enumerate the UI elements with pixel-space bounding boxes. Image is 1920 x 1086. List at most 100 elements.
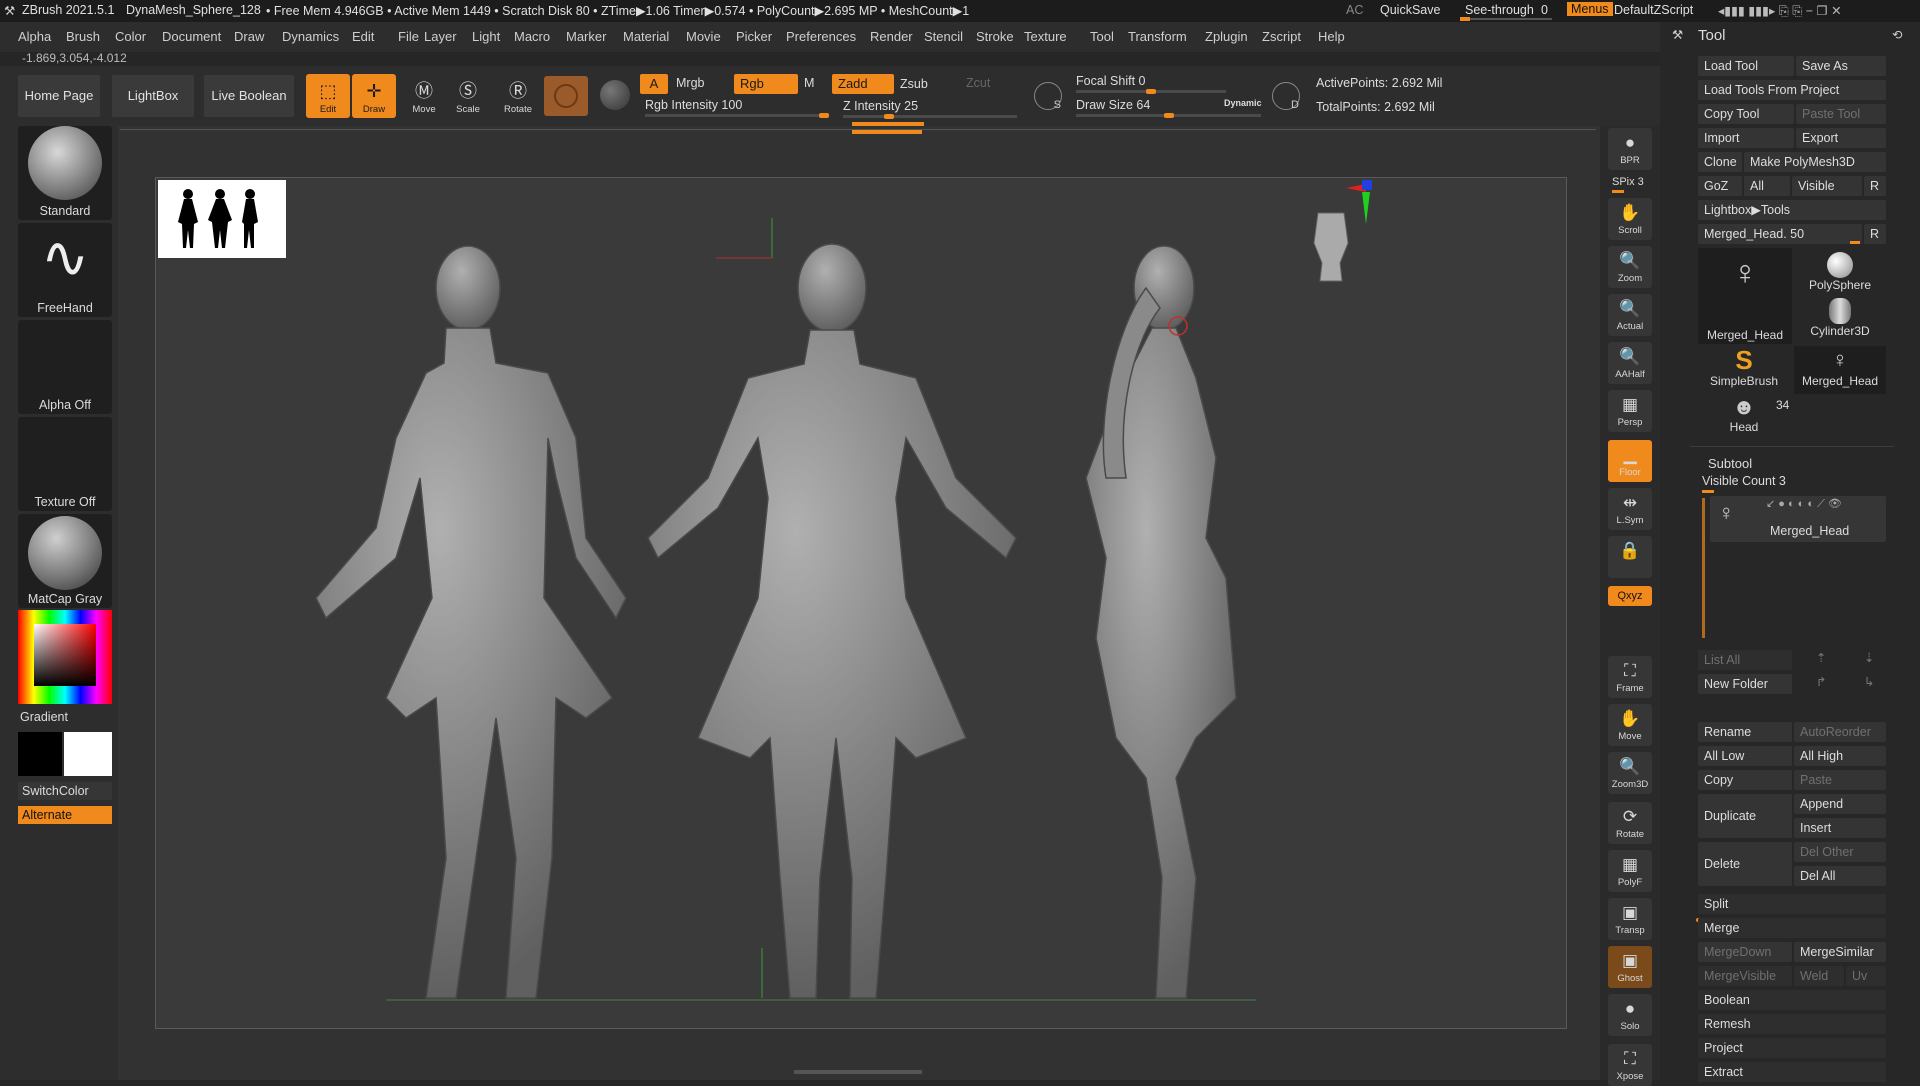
floor-button[interactable]: ▁ Floor: [1608, 440, 1652, 482]
append-button[interactable]: Append: [1794, 794, 1886, 814]
rgb-toggle[interactable]: Rgb: [734, 74, 798, 94]
thumb-polysphere[interactable]: PolySphere: [1794, 248, 1886, 296]
subtool-item[interactable]: ♀ ↙ ● ◐ ◐ ◐ ⟋ 👁 Merged_Head: [1710, 496, 1886, 542]
scroll-button[interactable]: ✋ Scroll: [1608, 198, 1652, 240]
rgb-intensity-knob[interactable]: [819, 113, 829, 118]
mergedown-button[interactable]: MergeDown: [1698, 942, 1792, 962]
mergevisible-button[interactable]: MergeVisible: [1698, 966, 1792, 986]
texture-selector[interactable]: Texture Off: [18, 417, 112, 511]
goz-visible-button[interactable]: Visible: [1792, 176, 1862, 196]
save-as-button[interactable]: Save As: [1796, 56, 1886, 76]
secondary-color-swatch[interactable]: [64, 732, 112, 776]
lock-button[interactable]: 🔒: [1608, 536, 1652, 578]
see-through-slider[interactable]: [1460, 17, 1552, 21]
insert-button[interactable]: Insert: [1794, 818, 1886, 838]
aahalf-button[interactable]: 🔍 AAHalf: [1608, 342, 1652, 384]
lightbox-button[interactable]: LightBox: [112, 75, 194, 117]
polyf-button[interactable]: ▦ PolyF: [1608, 850, 1652, 892]
color-square[interactable]: [34, 624, 96, 686]
menu-zplugin[interactable]: Zplugin: [1205, 29, 1248, 44]
menu-file[interactable]: File: [398, 29, 419, 44]
draw-size-knob[interactable]: [1164, 113, 1174, 118]
gyro-sphere-icon[interactable]: [600, 80, 630, 110]
move-up-icon[interactable]: ⇡: [1816, 650, 1826, 665]
tool-slider-knob[interactable]: [1850, 241, 1860, 244]
mergesimilar-button[interactable]: MergeSimilar: [1794, 942, 1886, 962]
menu-edit[interactable]: Edit: [352, 29, 374, 44]
zsub-toggle[interactable]: Zsub: [900, 77, 928, 91]
all-high-button[interactable]: All High: [1794, 746, 1886, 766]
bpr-button[interactable]: ● BPR: [1608, 128, 1652, 170]
window-controls-icon[interactable]: ◂▮▮▮ ▮▮▮▸ ⎘ ⎘ − ❐ ✕: [1718, 3, 1842, 19]
alternate-button[interactable]: Alternate: [18, 806, 112, 824]
spix-knob[interactable]: [1612, 190, 1624, 193]
alpha-selector[interactable]: Alpha Off: [18, 320, 112, 414]
zcut-toggle[interactable]: Zcut: [966, 76, 990, 90]
menu-help[interactable]: Help: [1318, 29, 1345, 44]
subtool-header[interactable]: Subtool: [1708, 456, 1752, 471]
menu-render[interactable]: Render: [870, 29, 913, 44]
transp-button[interactable]: ▣ Transp: [1608, 898, 1652, 940]
viewport-bottom-handle[interactable]: [794, 1070, 922, 1074]
z-intensity-knob[interactable]: [884, 114, 894, 119]
xyz-button[interactable]: Qxyz: [1608, 586, 1652, 606]
menu-texture[interactable]: Texture: [1024, 29, 1067, 44]
extract-header[interactable]: Extract: [1698, 1062, 1886, 1082]
a-toggle[interactable]: A: [640, 74, 668, 94]
draw-button[interactable]: ✛ Draw: [352, 74, 396, 118]
paste-tool-button[interactable]: Paste Tool: [1796, 104, 1886, 124]
duplicate-button[interactable]: Duplicate: [1698, 794, 1792, 838]
material-selector[interactable]: MatCap Gray: [18, 514, 112, 608]
stroke-selector[interactable]: ∿ FreeHand: [18, 223, 112, 317]
draw-size-slider[interactable]: [1076, 113, 1261, 118]
scale-button[interactable]: Ⓢ Scale: [446, 74, 490, 118]
frame-button[interactable]: ⛶ Frame: [1608, 656, 1652, 698]
rgb-intensity-slider[interactable]: [645, 113, 829, 118]
goz-r-button[interactable]: R: [1864, 176, 1886, 196]
new-folder-button[interactable]: New Folder: [1698, 674, 1792, 694]
menu-stencil[interactable]: Stencil: [924, 29, 963, 44]
material-swatch[interactable]: [544, 76, 588, 116]
ac-toggle[interactable]: AC: [1346, 3, 1363, 17]
autoreorder-button[interactable]: AutoReorder: [1794, 722, 1886, 742]
mrgb-toggle[interactable]: Mrgb: [676, 76, 704, 90]
persp-button[interactable]: ▦ Persp: [1608, 390, 1652, 432]
visible-count-slider-knob[interactable]: [1702, 490, 1714, 493]
visible-count-label[interactable]: Visible Count 3: [1702, 474, 1786, 488]
ghost-button[interactable]: ▣ Ghost: [1608, 946, 1652, 988]
lightbox-tools-button[interactable]: Lightbox▶Tools: [1698, 200, 1886, 220]
move-down-icon[interactable]: ⇣: [1864, 650, 1874, 665]
gradient-label[interactable]: Gradient: [20, 710, 68, 724]
switchcolor-button[interactable]: SwitchColor: [18, 782, 112, 800]
menu-picker[interactable]: Picker: [736, 29, 772, 44]
axis-gizmo[interactable]: [1346, 178, 1386, 228]
del-other-button[interactable]: Del Other: [1794, 842, 1886, 862]
zoom-button[interactable]: 🔍 Zoom: [1608, 246, 1652, 288]
folder-down-icon[interactable]: ↳: [1864, 674, 1874, 689]
subtool-scrollbar[interactable]: [1702, 498, 1705, 638]
tool-slider[interactable]: Merged_Head. 50: [1698, 224, 1862, 244]
thumb-merged-head-2[interactable]: ♀ Merged_Head: [1794, 346, 1886, 394]
move-button[interactable]: Ⓜ Move: [402, 74, 446, 118]
weld-toggle[interactable]: Weld: [1794, 966, 1844, 986]
copy-button[interactable]: Copy: [1698, 770, 1792, 790]
move-button[interactable]: ✋ Move: [1608, 704, 1652, 746]
quicksave-button[interactable]: QuickSave: [1380, 3, 1440, 17]
thumb-merged-head[interactable]: ♀ Merged_Head: [1698, 248, 1792, 344]
brush-selector[interactable]: Standard: [18, 126, 112, 220]
model-figures[interactable]: [156, 178, 1568, 1030]
primary-color-swatch[interactable]: [18, 732, 62, 776]
menu-brush[interactable]: Brush: [66, 29, 100, 44]
menu-movie[interactable]: Movie: [686, 29, 721, 44]
menu-light[interactable]: Light: [472, 29, 500, 44]
menu-color[interactable]: Color: [115, 29, 146, 44]
all-low-button[interactable]: All Low: [1698, 746, 1792, 766]
live-boolean-button[interactable]: Live Boolean: [204, 75, 294, 117]
tool-slider-r-button[interactable]: R: [1864, 224, 1886, 244]
paste-button[interactable]: Paste: [1794, 770, 1886, 790]
boolean-header[interactable]: Boolean: [1698, 990, 1886, 1010]
menu-alpha[interactable]: Alpha: [18, 29, 51, 44]
menu-macro[interactable]: Macro: [514, 29, 550, 44]
focal-shift-icon[interactable]: S: [1034, 82, 1062, 111]
menu-document[interactable]: Document: [162, 29, 221, 44]
